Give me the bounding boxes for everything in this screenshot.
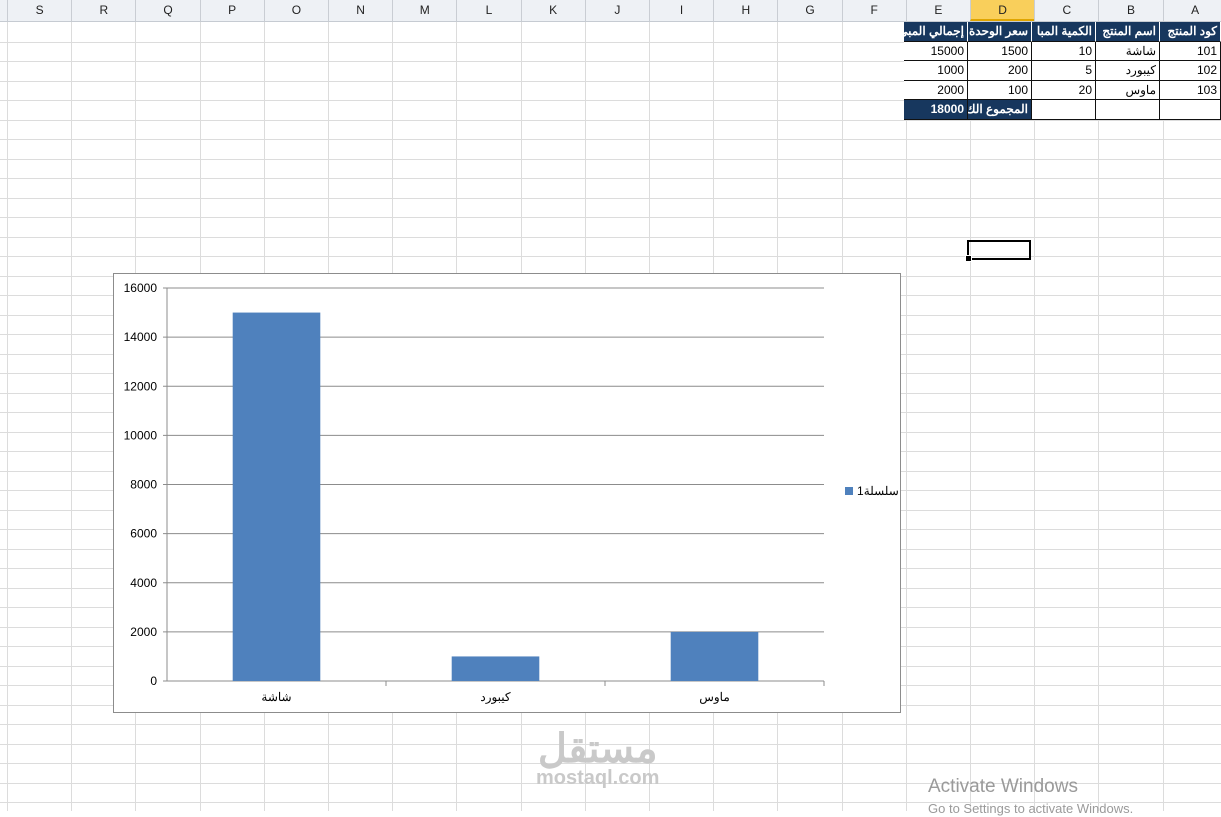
column-header-j[interactable]: J <box>584 0 649 21</box>
activation-title: Activate Windows <box>928 776 1078 797</box>
table-cell-b2[interactable]: شاشة <box>1096 41 1160 61</box>
chart-plot: 0 2000 4000 6000 8000 10000 12000 14000 16000 شاش… <box>124 281 825 704</box>
grid-column-line <box>7 22 8 811</box>
column-header-l[interactable]: L <box>456 0 520 21</box>
grid-row-line <box>0 724 1221 725</box>
table-cell-c3[interactable]: 5 <box>1032 61 1096 81</box>
y-tick-label: 2000 <box>130 625 157 639</box>
y-tick-label: 4000 <box>130 576 157 590</box>
table-cell-d2[interactable]: 1500 <box>968 41 1032 61</box>
grid-row-line <box>0 178 1221 179</box>
y-tick-label: 14000 <box>124 330 158 344</box>
table-cell-e4[interactable]: 2000 <box>904 80 968 100</box>
fill-handle[interactable] <box>965 255 972 262</box>
column-header-r[interactable]: R <box>71 0 135 21</box>
legend-series-label: سلسلة1 <box>857 484 899 498</box>
grid-row-line <box>0 217 1221 218</box>
table-cell-a5[interactable] <box>1160 100 1221 120</box>
table-header-b[interactable]: اسم المنتج <box>1096 22 1160 42</box>
table-header-a[interactable]: كود المنتج <box>1160 22 1221 42</box>
bar-chart[interactable]: 0 2000 4000 6000 8000 10000 12000 14000 16000 شاش… <box>113 273 901 713</box>
table-header-d[interactable]: سعر الوحدة <box>968 22 1032 42</box>
x-category-label: ماوس <box>699 690 730 704</box>
column-header-m[interactable]: M <box>392 0 456 21</box>
grid-column-line <box>970 22 971 811</box>
active-cell-cursor[interactable] <box>965 240 1031 262</box>
y-tick-label: 16000 <box>124 281 158 295</box>
y-tick-label: 0 <box>150 674 157 688</box>
column-header-c[interactable]: C <box>1034 0 1098 21</box>
column-header-row: SRQPONMLKJIHGFEDCBA <box>0 0 1221 22</box>
column-header-f[interactable]: F <box>841 0 906 21</box>
grid-row-line <box>0 139 1221 140</box>
column-header-e[interactable]: E <box>905 0 970 21</box>
spreadsheet-grid[interactable]: SRQPONMLKJIHGFEDCBA كود المنتج اسم المنتج… <box>0 0 1221 816</box>
activation-subtitle: Go to Settings to activate Windows. <box>928 801 1134 816</box>
mostaql-watermark: مستقل mostaql.com <box>536 728 659 788</box>
table-cell-a2[interactable]: 101 <box>1160 41 1221 61</box>
grid-column-line <box>1034 22 1036 811</box>
table-header-e[interactable]: إجمالي المبي <box>904 22 968 42</box>
bar-3 <box>670 631 759 681</box>
chart-legend[interactable]: سلسلة1 <box>845 484 899 498</box>
total-value-cell[interactable]: 18000 <box>904 100 968 120</box>
table-cell-c4[interactable]: 20 <box>1032 80 1096 100</box>
watermark-latin: mostaql.com <box>536 767 660 789</box>
bar-1 <box>232 312 321 681</box>
column-header-g[interactable]: G <box>777 0 841 21</box>
y-tick-label: 6000 <box>130 527 157 541</box>
x-category-label: كيبورد <box>480 690 511 704</box>
column-header-b[interactable]: B <box>1098 0 1162 21</box>
column-header-s[interactable]: S <box>7 0 71 21</box>
column-header-i[interactable]: I <box>649 0 713 21</box>
table-cell-e2[interactable]: 15000 <box>904 41 968 61</box>
y-tick-label: 10000 <box>124 428 158 442</box>
column-header-q[interactable]: Q <box>135 0 199 21</box>
grid-column-line <box>1162 22 1164 811</box>
column-header-k[interactable]: K <box>520 0 585 21</box>
legend-swatch <box>845 487 853 495</box>
column-header-a[interactable]: A <box>1162 0 1221 21</box>
y-tick-label: 12000 <box>124 379 158 393</box>
table-cell-d3[interactable]: 200 <box>968 61 1032 81</box>
grid-row-line <box>0 197 1221 199</box>
table-cell-d4[interactable]: 100 <box>968 80 1032 100</box>
grid-row-line <box>0 236 1221 238</box>
table-cell-c5[interactable] <box>1032 100 1096 120</box>
table-header-c[interactable]: الكمية المبا <box>1032 22 1096 42</box>
table-cell-c2[interactable]: 10 <box>1032 41 1096 61</box>
grid-column-line <box>71 22 73 811</box>
grid-column-line <box>1098 22 1100 811</box>
table-cell-b3[interactable]: كيبورد <box>1096 61 1160 81</box>
table-cell-a3[interactable]: 102 <box>1160 61 1221 81</box>
table-cell-a4[interactable]: 103 <box>1160 80 1221 100</box>
grid-column-line <box>905 22 907 811</box>
watermark-arabic: مستقل <box>537 727 658 771</box>
grid-row-line <box>0 119 1221 121</box>
column-header-o[interactable]: O <box>263 0 328 21</box>
table-cell-b5[interactable] <box>1096 100 1160 120</box>
column-header-h[interactable]: H <box>713 0 777 21</box>
column-header-d[interactable]: D <box>970 0 1035 21</box>
column-header-p[interactable]: P <box>199 0 264 21</box>
bar-2 <box>451 656 540 681</box>
grid-row-line <box>0 158 1221 160</box>
table-cell-b4[interactable]: ماوس <box>1096 80 1160 100</box>
total-label-cell[interactable]: المجموع الك <box>968 100 1032 120</box>
grid-row-line <box>0 256 1221 257</box>
column-header-n[interactable]: N <box>328 0 392 21</box>
table-cell-e3[interactable]: 1000 <box>904 61 968 81</box>
y-tick-label: 8000 <box>130 478 157 492</box>
x-category-label: شاشة <box>261 690 291 704</box>
